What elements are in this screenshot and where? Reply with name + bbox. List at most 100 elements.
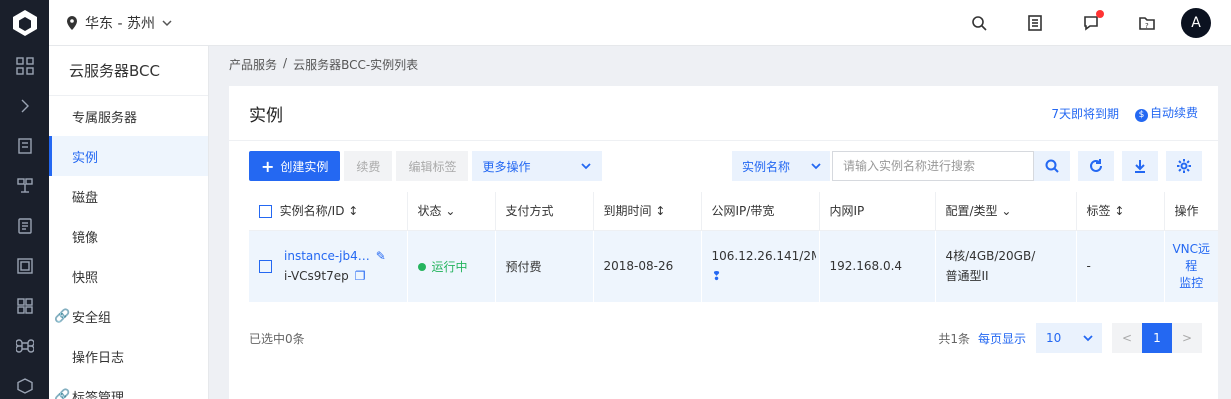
chevron-down-icon	[811, 163, 821, 170]
status-badge: 运行中	[431, 259, 468, 274]
more-actions-dropdown[interactable]: 更多操作	[472, 151, 603, 181]
sidebar-item-label: 磁盘	[72, 190, 99, 206]
col-status[interactable]: 状态 ⌄	[407, 192, 496, 231]
prev-page-button[interactable]: <	[1112, 323, 1142, 353]
col-expire[interactable]: 到期时间 ↕	[593, 192, 702, 231]
sort-icon[interactable]: ↕	[348, 204, 358, 218]
public-ip-text: 106.12.26.141/2Mb	[711, 249, 816, 264]
sidebar-item-oplog[interactable]: 操作日志	[49, 336, 208, 376]
sidebar-title: 云服务器BCC	[49, 46, 208, 96]
create-label: 创建实例	[280, 159, 329, 174]
sidebar-item-label: 快照	[72, 270, 99, 286]
top-header: 华东 - 苏州 ? A	[49, 0, 1231, 46]
select-all-checkbox[interactable]	[259, 205, 272, 219]
edit-tags-button[interactable]: 编辑标签	[396, 151, 469, 181]
page-title: 实例	[249, 105, 283, 126]
settings-button[interactable]	[1166, 151, 1202, 181]
cell-pay: 预付费	[495, 230, 594, 302]
sidebar-item-images[interactable]: 镜像	[49, 216, 208, 256]
sidebar-item-label: 标签管理	[72, 390, 125, 399]
sidebar-item-tag-mgmt[interactable]: 🔗 标签管理	[49, 376, 208, 399]
region-selector[interactable]: 华东 - 苏州	[65, 0, 173, 46]
plus-icon: +	[261, 156, 275, 176]
row-checkbox[interactable]	[259, 259, 272, 273]
renew-button[interactable]: 续费	[344, 151, 393, 181]
col-tags-label: 标签	[1086, 204, 1111, 219]
selected-count: 已选中0条	[249, 331, 305, 346]
vnc-link[interactable]: VNC远程	[1165, 241, 1219, 275]
breadcrumb-root[interactable]: 产品服务	[229, 56, 277, 73]
app-rail	[0, 0, 49, 399]
sort-icon[interactable]: ↕	[1114, 204, 1124, 218]
table-footer: 已选中0条 共1条 每页显示 10 < 1 >	[249, 322, 1202, 354]
help-folder-icon[interactable]: ?	[1119, 0, 1175, 46]
page-size-value: 10	[1046, 331, 1062, 345]
table-header-row: 实例名称/ID ↕ 状态 ⌄ 支付方式 到期时间 ↕ 公网IP/带宽 内网IP …	[249, 192, 1218, 231]
document-icon[interactable]	[0, 206, 49, 246]
copy-icon[interactable]: ❐	[355, 269, 366, 283]
col-private-ip: 内网IP	[819, 192, 936, 231]
col-name[interactable]: 实例名称/ID ↕	[249, 192, 408, 231]
apps-icon[interactable]	[0, 286, 49, 326]
col-status-label: 状态	[417, 204, 442, 219]
monitor-link[interactable]: 监控	[1165, 275, 1219, 292]
network-icon[interactable]	[0, 166, 49, 206]
region-label: 华东 - 苏州	[85, 16, 155, 32]
instance-id: i-VCs9t7ep	[284, 269, 349, 284]
sort-icon[interactable]: ↕	[655, 204, 665, 218]
sidebar-item-security-group[interactable]: 🔗 安全组	[49, 296, 208, 336]
edit-icon[interactable]: ✎	[376, 249, 386, 263]
svg-text:?: ?	[1145, 22, 1149, 30]
order-list-icon[interactable]	[1007, 0, 1063, 46]
auto-renew-label: 自动续费	[1149, 106, 1198, 120]
cell-name: instance-jb4… ✎ i-VCs9t7ep ❐	[249, 230, 408, 302]
product-sidebar: 云服务器BCC 专属服务器 实例 磁盘 镜像 快照 🔗 安全组 操作日志 🔗 标签管…	[49, 46, 209, 399]
vnc-label-2: 程	[1185, 258, 1198, 273]
cell-expire: 2018-08-26	[593, 230, 702, 302]
config-type: 普通型II	[945, 269, 989, 284]
search-input[interactable]	[832, 151, 1034, 181]
message-icon[interactable]	[1063, 0, 1119, 46]
box-icon[interactable]	[0, 366, 49, 399]
page-1-button[interactable]: 1	[1142, 323, 1172, 353]
server-icon[interactable]	[0, 246, 49, 286]
pagination: 共1条 每页显示 10 < 1 >	[938, 323, 1202, 353]
search-icon	[1045, 159, 1059, 173]
col-ops: 操作	[1164, 192, 1218, 231]
download-button[interactable]	[1122, 151, 1158, 181]
breadcrumb-current: 云服务器BCC-实例列表	[293, 58, 419, 72]
col-public-ip: 公网IP/带宽	[701, 192, 820, 231]
search-button[interactable]	[1034, 151, 1070, 181]
sidebar-item-label: 安全组	[72, 310, 112, 326]
cell-private-ip: 192.168.0.4	[819, 230, 936, 302]
refresh-button[interactable]	[1078, 151, 1114, 181]
auto-renew-link[interactable]: $ 自动续费	[1134, 104, 1198, 122]
chevron-right-icon[interactable]	[0, 86, 49, 126]
expiring-link[interactable]: 7天即将到期	[1051, 105, 1119, 122]
page-size-select[interactable]: 10	[1036, 323, 1102, 353]
cell-config: 4核/4GB/20GB/ 普通型II	[935, 230, 1077, 302]
renew-icon: $	[1134, 109, 1148, 122]
instance-name-link[interactable]: instance-jb4…	[284, 249, 370, 263]
command-icon[interactable]	[0, 326, 49, 366]
search-field-select[interactable]: 实例名称	[732, 151, 830, 181]
create-instance-button[interactable]: + 创建实例	[249, 151, 341, 181]
chevron-down-icon	[162, 20, 172, 27]
col-config[interactable]: 配置/类型 ⌄	[935, 192, 1077, 231]
sidebar-item-snapshots[interactable]: 快照	[49, 256, 208, 296]
sidebar-item-dedicated[interactable]: 专属服务器	[49, 96, 208, 136]
grid-icon[interactable]	[0, 46, 49, 86]
building-icon[interactable]	[0, 126, 49, 166]
toolbar: + 创建实例 续费 编辑标签 更多操作 实例名称	[249, 151, 1202, 181]
bandwidth-icon[interactable]: ❢	[712, 266, 819, 286]
breadcrumb-separator: /	[283, 56, 288, 70]
logo-icon[interactable]	[0, 0, 49, 46]
col-tags[interactable]: 标签 ↕	[1076, 192, 1165, 231]
chevron-down-icon: ⌄	[445, 204, 456, 219]
avatar[interactable]: A	[1181, 8, 1211, 38]
sidebar-item-disks[interactable]: 磁盘	[49, 176, 208, 216]
next-page-button[interactable]: >	[1172, 323, 1202, 353]
search-icon[interactable]	[951, 0, 1007, 46]
sidebar-item-instances[interactable]: 实例	[49, 136, 208, 176]
col-expire-label: 到期时间	[603, 204, 652, 219]
